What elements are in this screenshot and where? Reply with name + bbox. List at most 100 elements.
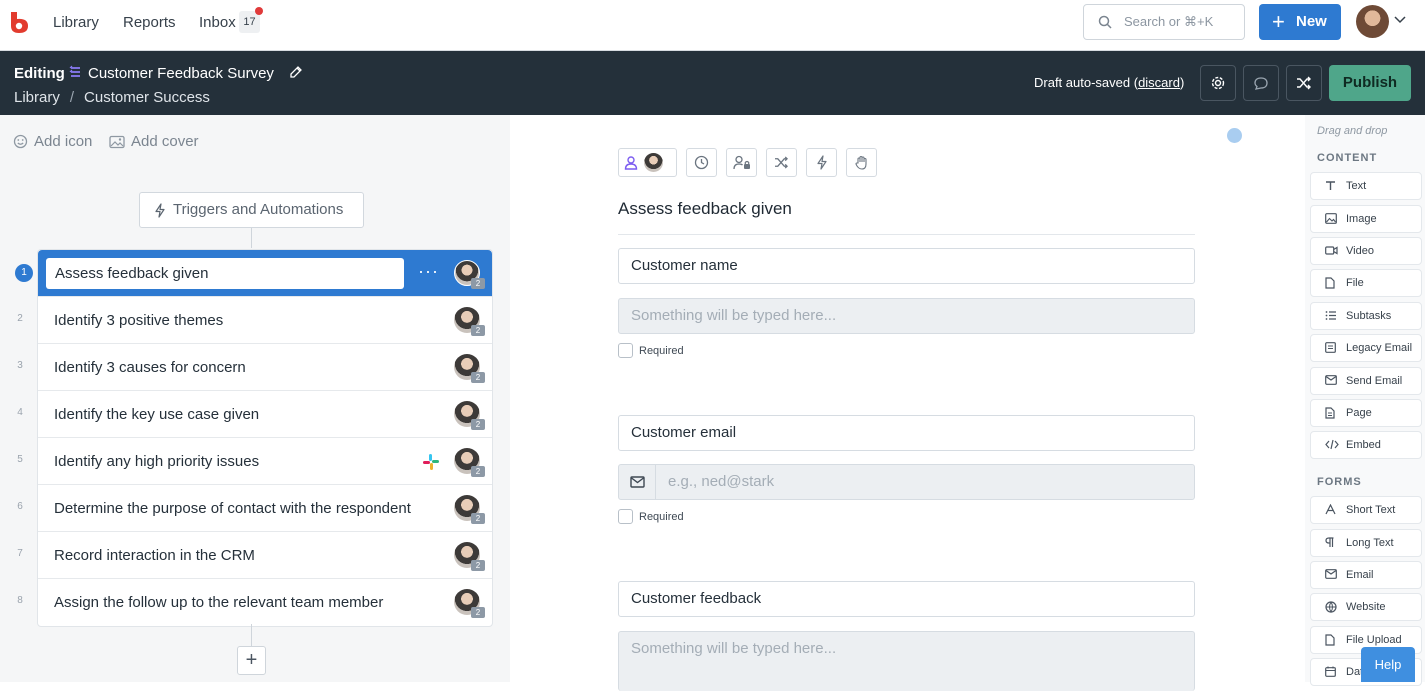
- breadcrumb-customer-success[interactable]: Customer Success: [84, 89, 210, 106]
- breadcrumb: Library / Customer Success: [14, 89, 210, 106]
- palette-item-page[interactable]: Page: [1310, 399, 1422, 427]
- task-item-4[interactable]: 4 Identify the key use case given 2: [17, 391, 492, 438]
- palette-item-subtasks[interactable]: Subtasks: [1310, 302, 1422, 330]
- add-icon-button[interactable]: Add icon: [13, 133, 92, 150]
- due-date-button[interactable]: [686, 148, 717, 177]
- breadcrumb-library[interactable]: Library: [14, 89, 60, 106]
- palette-item-image[interactable]: Image: [1310, 205, 1422, 233]
- conditional-logic-button[interactable]: [766, 148, 797, 177]
- publish-button[interactable]: Publish: [1329, 65, 1411, 101]
- widget-palette: Drag and drop CONTENT Text Image Video F…: [1305, 115, 1425, 686]
- inbox-notification-dot: [255, 7, 263, 15]
- chevron-down-icon[interactable]: [1394, 16, 1406, 24]
- task-number: 7: [17, 548, 23, 559]
- permissions-button[interactable]: [726, 148, 757, 177]
- task-list: 1 Assess feedback given ··· 2 2 Identify…: [15, 249, 493, 627]
- field-label-input[interactable]: Customer name: [618, 248, 1195, 284]
- palette-item-label: Text: [1346, 180, 1367, 192]
- settings-button[interactable]: [1200, 65, 1236, 101]
- required-checkbox[interactable]: Required: [618, 509, 684, 524]
- palette-item-embed[interactable]: Embed: [1310, 431, 1422, 459]
- assignee-count-badge: 2: [471, 372, 485, 383]
- task-name: Identify any high priority issues: [54, 453, 260, 470]
- field-preview-textarea: Something will be typed here...: [618, 631, 1195, 691]
- logo-icon[interactable]: [8, 10, 30, 34]
- add-cover-button[interactable]: Add cover: [109, 133, 199, 150]
- new-button[interactable]: + New: [1259, 4, 1341, 40]
- palette-item-label: File: [1346, 277, 1364, 289]
- clock-icon: [694, 155, 709, 170]
- connector-line: [251, 228, 252, 248]
- palette-item-label: Image: [1346, 213, 1377, 225]
- palette-item-short-text[interactable]: Short Text: [1310, 496, 1422, 524]
- palette-item-legacy-email[interactable]: Legacy Email: [1310, 334, 1422, 362]
- assignees-button[interactable]: [618, 148, 677, 177]
- task-item-2[interactable]: 2 Identify 3 positive themes 2: [17, 297, 492, 344]
- palette-item-label: Embed: [1346, 439, 1381, 451]
- stop-task-button[interactable]: [846, 148, 877, 177]
- help-button[interactable]: Help: [1361, 647, 1415, 682]
- discard-link[interactable]: discard: [1138, 75, 1180, 90]
- palette-item-label: Subtasks: [1346, 310, 1392, 322]
- nav-library-link[interactable]: Library: [53, 14, 99, 31]
- shuffle-button[interactable]: [1286, 65, 1322, 101]
- user-icon: [624, 156, 638, 170]
- edit-pencil-icon[interactable]: [290, 65, 303, 78]
- user-avatar[interactable]: [1356, 5, 1389, 38]
- task-item-6[interactable]: 6 Determine the purpose of contact with …: [17, 485, 492, 532]
- workflow-title[interactable]: Customer Feedback Survey: [88, 65, 274, 82]
- palette-item-website[interactable]: Website: [1310, 593, 1422, 621]
- checkbox[interactable]: [618, 509, 633, 524]
- envelope-icon: [619, 465, 656, 499]
- task-name: Assign the follow up to the relevant tea…: [54, 594, 384, 611]
- nav-inbox-link[interactable]: Inbox: [199, 14, 236, 31]
- task-number: 2: [17, 313, 23, 324]
- field-label-input[interactable]: Customer email: [618, 415, 1195, 451]
- task-item-7[interactable]: 7 Record interaction in the CRM 2: [17, 532, 492, 579]
- assignee-count-badge: 2: [471, 278, 485, 289]
- palette-item-label: Send Email: [1346, 375, 1403, 387]
- search-input[interactable]: Search or ⌘+K: [1083, 4, 1245, 40]
- user-lock-icon: [732, 155, 750, 170]
- required-checkbox[interactable]: Required: [618, 343, 684, 358]
- task-name: Identify 3 causes for concern: [54, 359, 246, 376]
- palette-item-long-text[interactable]: Long Text: [1310, 529, 1422, 557]
- palette-item-video[interactable]: Video: [1310, 237, 1422, 265]
- font-icon: [1325, 504, 1336, 515]
- envelope-icon: [1325, 375, 1337, 385]
- video-icon: [1325, 246, 1338, 255]
- automations-button[interactable]: [806, 148, 837, 177]
- palette-item-email[interactable]: Email: [1310, 561, 1422, 589]
- slack-icon: [423, 454, 439, 470]
- hand-icon: [854, 155, 867, 170]
- checkbox[interactable]: [618, 343, 633, 358]
- task-number: 5: [17, 454, 23, 465]
- more-options-icon[interactable]: ···: [418, 261, 439, 282]
- nav-reports-link[interactable]: Reports: [123, 14, 176, 31]
- comments-button[interactable]: [1243, 65, 1279, 101]
- shuffle-icon: [775, 156, 788, 169]
- content-heading: CONTENT: [1317, 152, 1378, 164]
- task-item-8[interactable]: 8 Assign the follow up to the relevant t…: [17, 579, 492, 626]
- palette-item-label: Website: [1346, 601, 1386, 613]
- palette-item-send-email[interactable]: Send Email: [1310, 367, 1422, 395]
- file-icon: [1325, 277, 1335, 289]
- palette-item-label: File Upload: [1346, 634, 1402, 646]
- task-item-3[interactable]: 3 Identify 3 causes for concern 2: [17, 344, 492, 391]
- palette-item-file[interactable]: File: [1310, 269, 1422, 297]
- triggers-label: Triggers and Automations: [173, 201, 344, 218]
- add-task-button[interactable]: +: [237, 646, 266, 675]
- drag-hint: Drag and drop: [1317, 125, 1388, 137]
- task-name: Record interaction in the CRM: [54, 547, 255, 564]
- task-name-input[interactable]: Assess feedback given: [46, 258, 404, 289]
- task-item-1[interactable]: 1 Assess feedback given ··· 2: [15, 250, 492, 297]
- step-editor: Assess feedback given Customer name Some…: [510, 115, 1305, 691]
- task-item-5[interactable]: 5 Identify any high priority issues 2: [17, 438, 492, 485]
- step-title[interactable]: Assess feedback given: [618, 199, 792, 219]
- field-label-input[interactable]: Customer feedback: [618, 581, 1195, 617]
- plus-icon: +: [1272, 9, 1285, 34]
- lightning-icon: [816, 155, 827, 170]
- palette-item-text[interactable]: Text: [1310, 172, 1422, 200]
- triggers-automations-button[interactable]: Triggers and Automations: [139, 192, 364, 228]
- divider: [618, 234, 1195, 235]
